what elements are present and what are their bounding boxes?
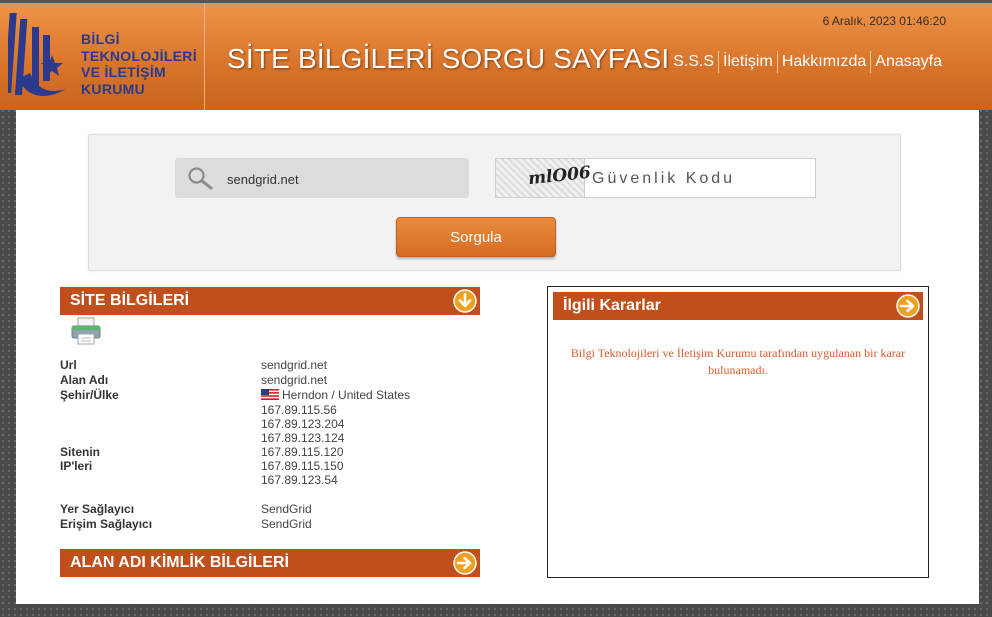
nav-item-iletisim[interactable]: İletişim xyxy=(719,53,777,71)
info-row-access: Erişim Sağlayıcı SendGrid xyxy=(60,517,460,531)
ip-value: 167.89.123.54 xyxy=(261,473,338,487)
site-info-title: SİTE BİLGİLERİ xyxy=(70,292,190,309)
nav-item-hakkimizda[interactable]: Hakkımızda xyxy=(778,53,870,71)
ip-value: 167.89.115.150 xyxy=(261,459,344,473)
ip-value: 167.89.115.56 xyxy=(261,403,337,417)
site-header: BİLGİ TEKNOLOJİLERİ VE İLETİŞİM KURUMU S… xyxy=(0,0,992,113)
main-content: mlO06 Sorgula SİTE BİLGİLERİ Url sendgri… xyxy=(16,110,979,604)
row-label: Yer Sağlayıcı xyxy=(60,502,135,516)
search-box[interactable] xyxy=(175,158,469,200)
site-info-header[interactable]: SİTE BİLGİLERİ xyxy=(60,287,480,315)
row-value: Herndon / United States xyxy=(261,388,410,402)
related-decisions-title: İlgili Kararlar xyxy=(563,297,661,314)
row-value: SendGrid xyxy=(261,517,312,531)
btk-logo[interactable]: BİLGİ TEKNOLOJİLERİ VE İLETİŞİM KURUMU xyxy=(4,9,204,109)
btk-emblem-icon xyxy=(4,13,66,97)
city-country-value: Herndon / United States xyxy=(282,388,411,402)
ip-value: 167.89.123.204 xyxy=(261,417,345,431)
captcha-input[interactable] xyxy=(590,159,816,199)
ip-label: Sitenin IP'leri xyxy=(60,445,101,473)
captcha-image: mlO06 xyxy=(496,159,592,197)
domain-identity-title: ALAN ADI KİMLİK BİLGİLERİ xyxy=(70,554,289,571)
no-decision-message: Bilgi Teknolojileri ve İletişim Kurumu t… xyxy=(570,346,906,377)
ip-value: 167.89.115.120 xyxy=(261,445,344,459)
arrow-down-circle-icon[interactable] xyxy=(453,289,477,313)
ip-value: 167.89.123.124 xyxy=(261,431,345,445)
logo-line: BİLGİ xyxy=(81,31,120,47)
query-button[interactable]: Sorgula xyxy=(396,217,556,257)
related-decisions-header[interactable]: İlgili Kararlar xyxy=(553,292,923,320)
info-row-url: Url sendgrid.net xyxy=(60,358,460,372)
captcha-box: mlO06 xyxy=(495,158,816,199)
page-title: SİTE BİLGİLERİ SORGU SAYFASI xyxy=(227,43,670,74)
logo-line: KURUMU xyxy=(81,80,146,97)
logo-text: BİLGİ TEKNOLOJİLERİ VE İLETİŞİM KURUMU xyxy=(81,31,197,97)
domain-identity-header[interactable]: ALAN ADI KİMLİK BİLGİLERİ xyxy=(60,549,480,577)
search-panel: mlO06 Sorgula xyxy=(88,134,901,271)
nav-item-anasayfa[interactable]: Anasayfa xyxy=(871,53,946,71)
search-icon xyxy=(188,167,213,190)
related-decisions-panel: İlgili Kararlar Bilgi Teknolojileri ve İ… xyxy=(547,286,929,578)
search-input[interactable] xyxy=(225,158,465,200)
info-row-hosting: Yer Sağlayıcı SendGrid xyxy=(60,502,460,516)
row-label: Şehir/Ülke xyxy=(60,388,119,402)
info-row-domain: Alan Adı sendgrid.net xyxy=(60,373,460,387)
arrow-right-circle-icon[interactable] xyxy=(896,294,920,318)
row-value: sendgrid.net xyxy=(261,373,328,387)
row-label: Url xyxy=(60,358,77,372)
header-datetime: 6 Aralık, 2023 01:46:20 xyxy=(822,14,946,28)
info-row-city: Şehir/Ülke Herndon / United States xyxy=(60,388,460,402)
logo-line: TEKNOLOJİLERİ xyxy=(81,47,197,64)
logo-line: VE İLETİŞİM xyxy=(81,64,166,80)
arrow-right-circle-icon[interactable] xyxy=(453,551,477,575)
nav-item-sss[interactable]: S.S.S xyxy=(669,53,718,71)
row-value: sendgrid.net xyxy=(261,358,328,372)
header-divider xyxy=(204,3,205,113)
header-nav: S.S.S İletişim Hakkımızda Anasayfa xyxy=(669,51,946,73)
captcha-code: mlO06 xyxy=(527,162,592,190)
row-label: Erişim Sağlayıcı xyxy=(60,517,153,531)
row-value: SendGrid xyxy=(261,502,312,516)
printer-icon[interactable] xyxy=(70,316,102,346)
row-label: Alan Adı xyxy=(60,373,109,387)
us-flag-icon xyxy=(261,389,279,400)
